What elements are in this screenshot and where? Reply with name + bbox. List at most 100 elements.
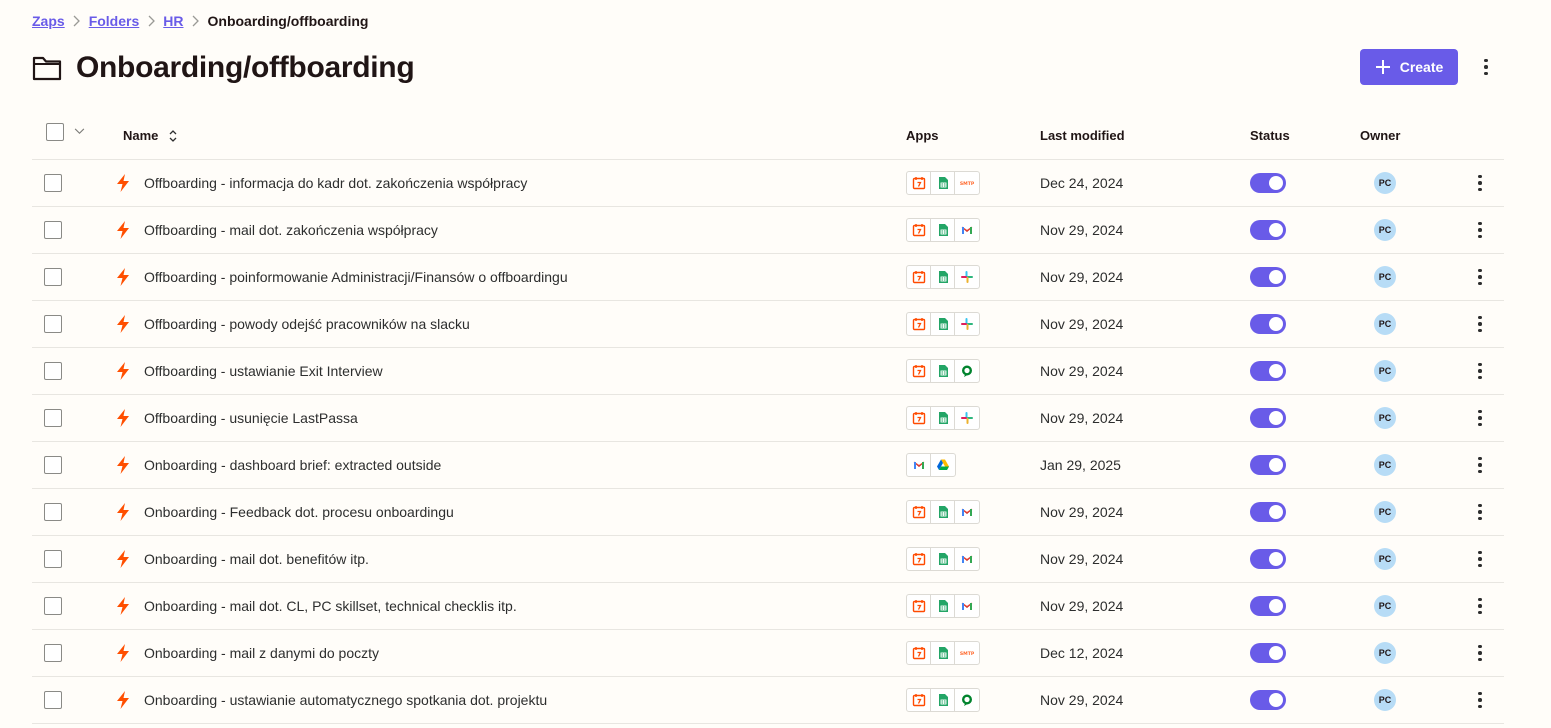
breadcrumb-hr-link[interactable]: HR — [163, 13, 183, 29]
row-checkbox[interactable] — [44, 174, 62, 192]
app-icons-group — [906, 594, 980, 618]
breadcrumb-folders-link[interactable]: Folders — [89, 13, 140, 29]
row-checkbox[interactable] — [44, 644, 62, 662]
name-column-header[interactable]: Name — [123, 112, 178, 159]
status-toggle[interactable] — [1250, 361, 1286, 381]
row-more-options-button[interactable] — [1470, 301, 1490, 347]
more-vertical-icon — [1478, 503, 1482, 521]
last-modified-column-header[interactable]: Last modified — [1040, 112, 1125, 159]
slack-icon — [955, 313, 979, 335]
row-checkbox[interactable] — [44, 550, 62, 568]
zap-name[interactable]: Offboarding - mail dot. zakończenia wspó… — [144, 207, 438, 253]
zap-name[interactable]: Onboarding - dashboard brief: extracted … — [144, 442, 441, 488]
row-checkbox[interactable] — [44, 362, 62, 380]
table-row[interactable]: Onboarding - ustawianie automatycznego s… — [32, 677, 1504, 724]
chevron-down-icon[interactable] — [74, 108, 86, 155]
row-more-options-button[interactable] — [1470, 442, 1490, 488]
row-checkbox[interactable] — [44, 456, 62, 474]
owner-avatar: PC — [1374, 642, 1396, 664]
row-more-options-button[interactable] — [1470, 630, 1490, 676]
status-toggle[interactable] — [1250, 314, 1286, 334]
row-more-options-button[interactable] — [1470, 207, 1490, 253]
last-modified-date: Nov 29, 2024 — [1040, 504, 1124, 520]
create-button-label: Create — [1399, 59, 1444, 75]
table-row[interactable]: Onboarding - mail dot. benefitów itp. Nov… — [32, 536, 1504, 583]
row-checkbox[interactable] — [44, 315, 62, 333]
zap-name[interactable]: Offboarding - usunięcie LastPassa — [144, 395, 358, 441]
status-toggle[interactable] — [1250, 502, 1286, 522]
table-row[interactable]: Onboarding - Feedback dot. procesu onboa… — [32, 489, 1504, 536]
row-more-options-button[interactable] — [1470, 348, 1490, 394]
owner-avatar: PC — [1374, 595, 1396, 617]
table-row[interactable]: Onboarding - dashboard brief: extracted … — [32, 442, 1504, 489]
app-icons-group — [906, 265, 980, 289]
table-row[interactable]: Offboarding - ustawianie Exit Interview N… — [32, 348, 1504, 395]
schedule-icon — [907, 360, 931, 382]
row-checkbox[interactable] — [44, 409, 62, 427]
table-row[interactable]: Offboarding - poinformowanie Administrac… — [32, 254, 1504, 301]
status-toggle[interactable] — [1250, 408, 1286, 428]
zap-name[interactable]: Offboarding - powody odejść pracowników … — [144, 301, 470, 347]
zap-name[interactable]: Onboarding - mail dot. CL, PC skillset, … — [144, 583, 517, 629]
row-more-options-button[interactable] — [1470, 395, 1490, 441]
zap-name[interactable]: Offboarding - poinformowanie Administrac… — [144, 254, 568, 300]
create-button[interactable]: Create — [1360, 49, 1458, 85]
app-icons-group — [906, 500, 980, 524]
status-toggle[interactable] — [1250, 173, 1286, 193]
zap-name[interactable]: Offboarding - informacja do kadr dot. za… — [144, 160, 527, 206]
zap-name[interactable]: Onboarding - mail dot. benefitów itp. — [144, 536, 369, 582]
row-checkbox[interactable] — [44, 691, 62, 709]
owner-avatar: PC — [1374, 360, 1396, 382]
row-checkbox[interactable] — [44, 221, 62, 239]
status-toggle[interactable] — [1250, 643, 1286, 663]
row-more-options-button[interactable] — [1470, 677, 1490, 723]
row-checkbox[interactable] — [44, 268, 62, 286]
last-modified-date: Nov 29, 2024 — [1040, 269, 1124, 285]
last-modified-date: Dec 12, 2024 — [1040, 645, 1124, 661]
breadcrumb: Zaps Folders HR Onboarding/offboarding — [32, 12, 368, 30]
status-toggle[interactable] — [1250, 596, 1286, 616]
google-meet-icon — [955, 689, 979, 711]
table-row[interactable]: Onboarding - mail dot. CL, PC skillset, … — [32, 583, 1504, 630]
owner-avatar: PC — [1374, 454, 1396, 476]
row-more-options-button[interactable] — [1470, 489, 1490, 535]
last-modified-date: Nov 29, 2024 — [1040, 316, 1124, 332]
row-more-options-button[interactable] — [1470, 536, 1490, 582]
owner-avatar: PC — [1374, 172, 1396, 194]
status-toggle[interactable] — [1250, 690, 1286, 710]
select-all-checkbox[interactable] — [46, 122, 64, 141]
table-row[interactable]: Onboarding - mail z danymi do poczty SMTP… — [32, 630, 1504, 677]
row-checkbox[interactable] — [44, 597, 62, 615]
row-checkbox[interactable] — [44, 503, 62, 521]
schedule-icon — [907, 642, 931, 664]
zap-bolt-icon — [114, 536, 132, 582]
row-more-options-button[interactable] — [1470, 254, 1490, 300]
zap-name[interactable]: Onboarding - Feedback dot. procesu onboa… — [144, 489, 454, 535]
svg-text:SMTP: SMTP — [960, 651, 974, 657]
row-more-options-button[interactable] — [1470, 160, 1490, 206]
sheets-icon — [931, 548, 955, 570]
table-row[interactable]: Offboarding - informacja do kadr dot. za… — [32, 160, 1504, 207]
zap-name[interactable]: Onboarding - ustawianie automatycznego s… — [144, 677, 547, 723]
more-vertical-icon — [1478, 362, 1482, 380]
more-vertical-icon — [1478, 550, 1482, 568]
table-row[interactable]: Offboarding - powody odejść pracowników … — [32, 301, 1504, 348]
plus-icon — [1375, 59, 1391, 75]
page-header: Onboarding/offboarding — [32, 48, 415, 88]
schedule-icon — [907, 501, 931, 523]
zap-name[interactable]: Onboarding - mail z danymi do poczty — [144, 630, 379, 676]
row-more-options-button[interactable] — [1470, 583, 1490, 629]
status-toggle[interactable] — [1250, 455, 1286, 475]
sheets-icon — [931, 360, 955, 382]
app-icons-group — [906, 406, 980, 430]
sheets-icon — [931, 172, 955, 194]
breadcrumb-zaps-link[interactable]: Zaps — [32, 13, 65, 29]
apps-column-header: Apps — [906, 128, 939, 143]
status-toggle[interactable] — [1250, 549, 1286, 569]
status-toggle[interactable] — [1250, 220, 1286, 240]
zap-name[interactable]: Offboarding - ustawianie Exit Interview — [144, 348, 383, 394]
table-row[interactable]: Offboarding - usunięcie LastPassa Nov 29,… — [32, 395, 1504, 442]
status-toggle[interactable] — [1250, 267, 1286, 287]
table-row[interactable]: Offboarding - mail dot. zakończenia wspó… — [32, 207, 1504, 254]
page-more-options-button[interactable] — [1474, 53, 1498, 81]
